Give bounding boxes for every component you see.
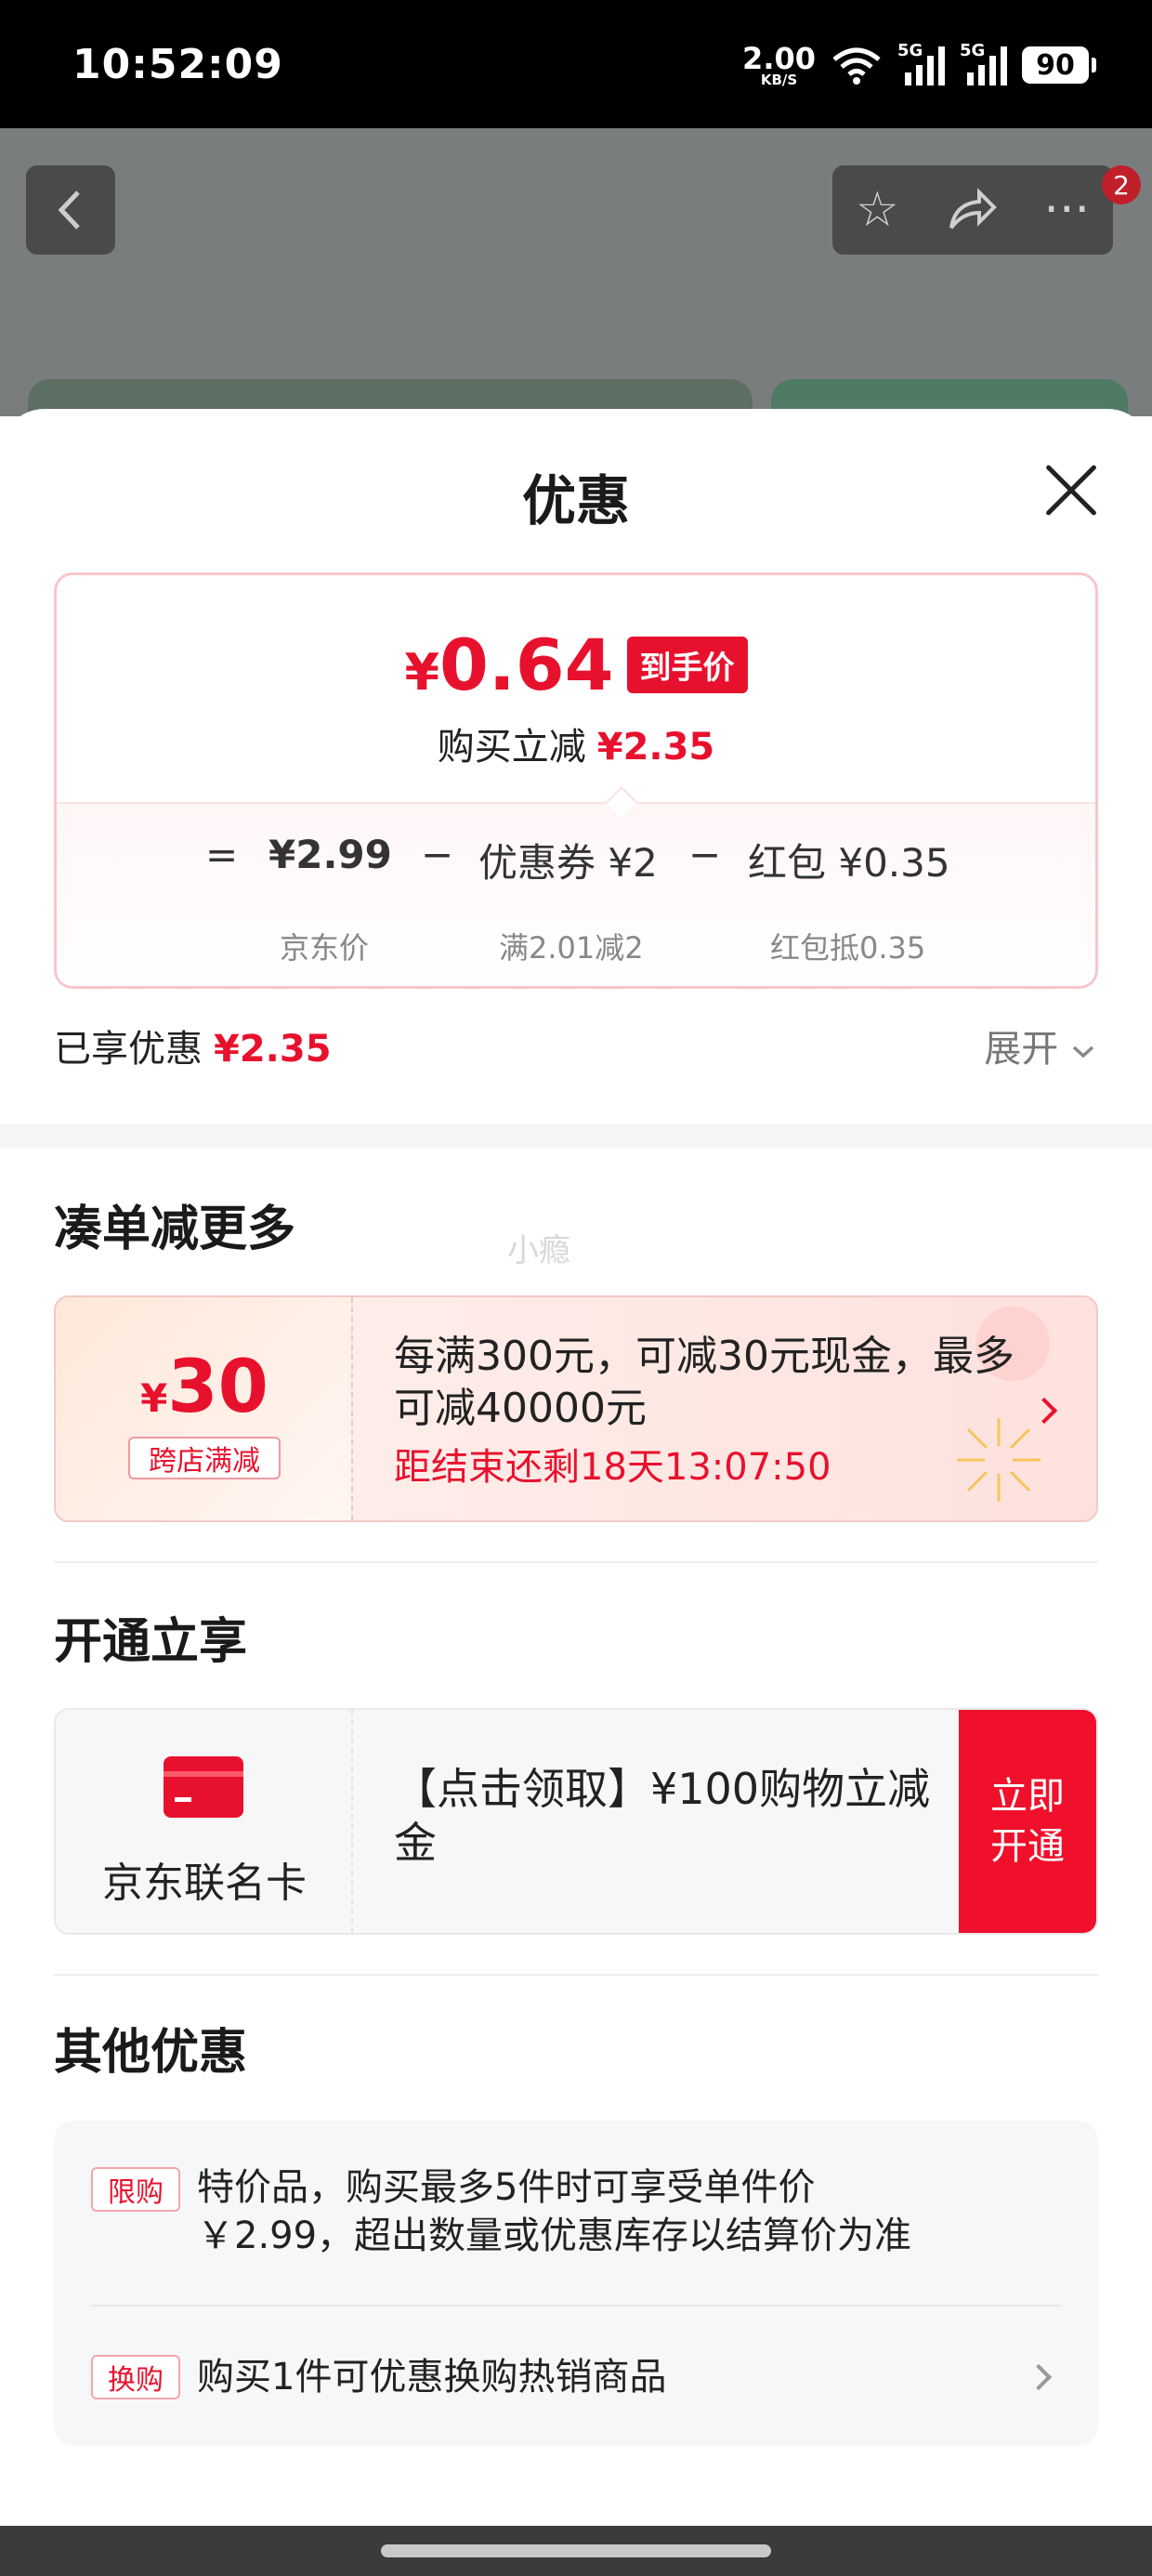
- battery-icon: 90: [1022, 46, 1096, 84]
- final-price: ¥0.64: [404, 624, 613, 706]
- price-breakdown: = ¥2.99 − 优惠券 ¥2 − 红包 ¥0.35 京东价 满2.01减2 …: [57, 802, 1095, 986]
- signal-icon-1: 5G: [897, 41, 945, 85]
- instant-reduction: 购买立减 ¥2.35: [57, 716, 1095, 770]
- equals-sign: =: [205, 832, 239, 877]
- breakdown-redpacket-label: 红包抵0.35: [770, 930, 926, 966]
- co-brand-card-offer: 京东联名卡 【点击领取】¥100购物立减金 立即 开通: [54, 1708, 1098, 1935]
- limit-purchase-line2: ￥2.99，超出数量或优惠库存以结算价为准: [197, 2215, 912, 2257]
- promo-description: 每满300元，可减30元现金，最多可减40000元: [394, 1333, 1015, 1432]
- top-actions: ☆ ···: [832, 165, 1113, 255]
- enjoyed-discount-label: 已享优惠: [54, 1028, 203, 1071]
- final-price-value: 0.64: [439, 624, 614, 706]
- divider: [54, 1974, 1098, 1976]
- breakdown-jd-price: ¥2.99: [268, 832, 392, 877]
- promo-countdown: 距结束还剩18天13:07:50: [394, 1446, 831, 1489]
- watermark: 小瘾: [507, 1232, 570, 1269]
- network-speed-value: 2.00: [742, 40, 816, 76]
- promo-amount-value: 30: [167, 1346, 268, 1429]
- signal-label-2: 5G: [960, 41, 986, 60]
- close-icon[interactable]: [1044, 463, 1098, 517]
- section-title-other: 其他优惠: [54, 2025, 248, 2081]
- promo-tag: 跨店满减: [128, 1437, 281, 1479]
- credit-card-icon: [164, 1756, 243, 1818]
- divider: [91, 2305, 1061, 2307]
- notification-badge: 2: [1102, 165, 1141, 204]
- status-bar: 10:52:09 2.00 KB/S 5G 5G 90: [0, 0, 1152, 128]
- currency-symbol: ¥: [404, 643, 440, 702]
- breakdown-jd-price-label: 京东价: [280, 930, 370, 966]
- breakdown-redpacket: 红包 ¥0.35: [748, 840, 950, 886]
- sheet-title: 优惠: [521, 469, 630, 532]
- limit-purchase-text: 特价品，购买最多5件时可享受单件价 ￥2.99，超出数量或优惠库存以结算价为准: [197, 2163, 911, 2260]
- signal-label-1: 5G: [897, 41, 923, 60]
- section-title-combine: 凑单减更多: [54, 1202, 296, 1257]
- currency-symbol: ¥: [140, 1375, 168, 1421]
- network-speed: 2.00 KB/S: [742, 44, 816, 87]
- background-page: ☆ ··· 2: [0, 128, 1152, 416]
- price-summary: ¥0.64 到手价 购买立减 ¥2.35 = ¥2.99 − 优惠券 ¥2 − 红…: [54, 572, 1098, 989]
- exchange-purchase-text: 购买1件可优惠换购热销商品: [197, 2356, 667, 2399]
- signal-icon-2: 5G: [960, 41, 1007, 85]
- network-speed-unit: KB/S: [760, 71, 798, 88]
- promo-amount-panel: ¥30 跨店满减: [56, 1297, 353, 1520]
- breakdown-coupon-label: 满2.01减2: [499, 930, 644, 966]
- instant-reduction-label: 购买立减: [437, 726, 586, 769]
- chevron-down-icon: [1072, 1045, 1094, 1058]
- open-now-line1: 立即: [990, 1775, 1065, 1818]
- star-icon[interactable]: ☆: [856, 182, 899, 238]
- cross-store-promo[interactable]: ¥30 跨店满减 每满300元，可减30元现金，最多可减40000元 距结束还剩…: [54, 1295, 1098, 1522]
- open-now-label: 立即 开通: [990, 1771, 1065, 1872]
- section-gap: [0, 1124, 1152, 1149]
- share-icon[interactable]: [946, 187, 998, 233]
- card-description: 【点击领取】¥100购物立减金: [394, 1764, 931, 1868]
- back-button[interactable]: [26, 165, 115, 255]
- card-panel: 京东联名卡: [56, 1710, 353, 1933]
- price-summary-top: ¥0.64 到手价 购买立减 ¥2.35: [57, 575, 1095, 802]
- minus-sign: −: [421, 832, 454, 877]
- promo-amount: ¥30: [56, 1346, 353, 1429]
- exchange-purchase-tag: 换购: [91, 2355, 180, 2399]
- other-offers: 限购 特价品，购买最多5件时可享受单件价 ￥2.99，超出数量或优惠库存以结算价…: [54, 2121, 1098, 2446]
- instant-reduction-amount: ¥2.35: [596, 726, 715, 769]
- home-indicator[interactable]: [381, 2544, 771, 2557]
- more-icon[interactable]: ···: [1043, 182, 1090, 238]
- expand-button[interactable]: 展开: [984, 1019, 1096, 1072]
- chevron-right-icon: [1025, 2363, 1053, 2391]
- divider: [54, 1561, 1098, 1563]
- final-price-row: ¥0.64 到手价: [57, 624, 1095, 706]
- enjoyed-discount-amount: ¥2.35: [214, 1028, 332, 1071]
- chevron-left-icon: [58, 191, 80, 230]
- status-icons: 2.00 KB/S 5G 5G 90: [742, 39, 1096, 91]
- wifi-icon: [832, 47, 881, 85]
- section-title-open: 开通立享: [54, 1614, 248, 1670]
- enjoyed-discount: 已享优惠 ¥2.35: [54, 1019, 332, 1072]
- open-now-button[interactable]: 立即 开通: [959, 1710, 1096, 1933]
- breakdown-coupon: 优惠券 ¥2: [478, 840, 658, 886]
- open-now-line2: 开通: [990, 1825, 1065, 1868]
- final-price-tag: 到手价: [626, 637, 748, 693]
- navigation-bar: [0, 2526, 1152, 2576]
- expand-label: 展开: [984, 1028, 1059, 1071]
- status-time: 10:52:09: [72, 41, 283, 88]
- card-name: 京东联名卡: [102, 1860, 307, 1907]
- limit-purchase-line1: 特价品，购买最多5件时可享受单件价: [197, 2166, 816, 2209]
- limit-purchase-tag: 限购: [91, 2167, 180, 2212]
- minus-sign: −: [688, 832, 722, 877]
